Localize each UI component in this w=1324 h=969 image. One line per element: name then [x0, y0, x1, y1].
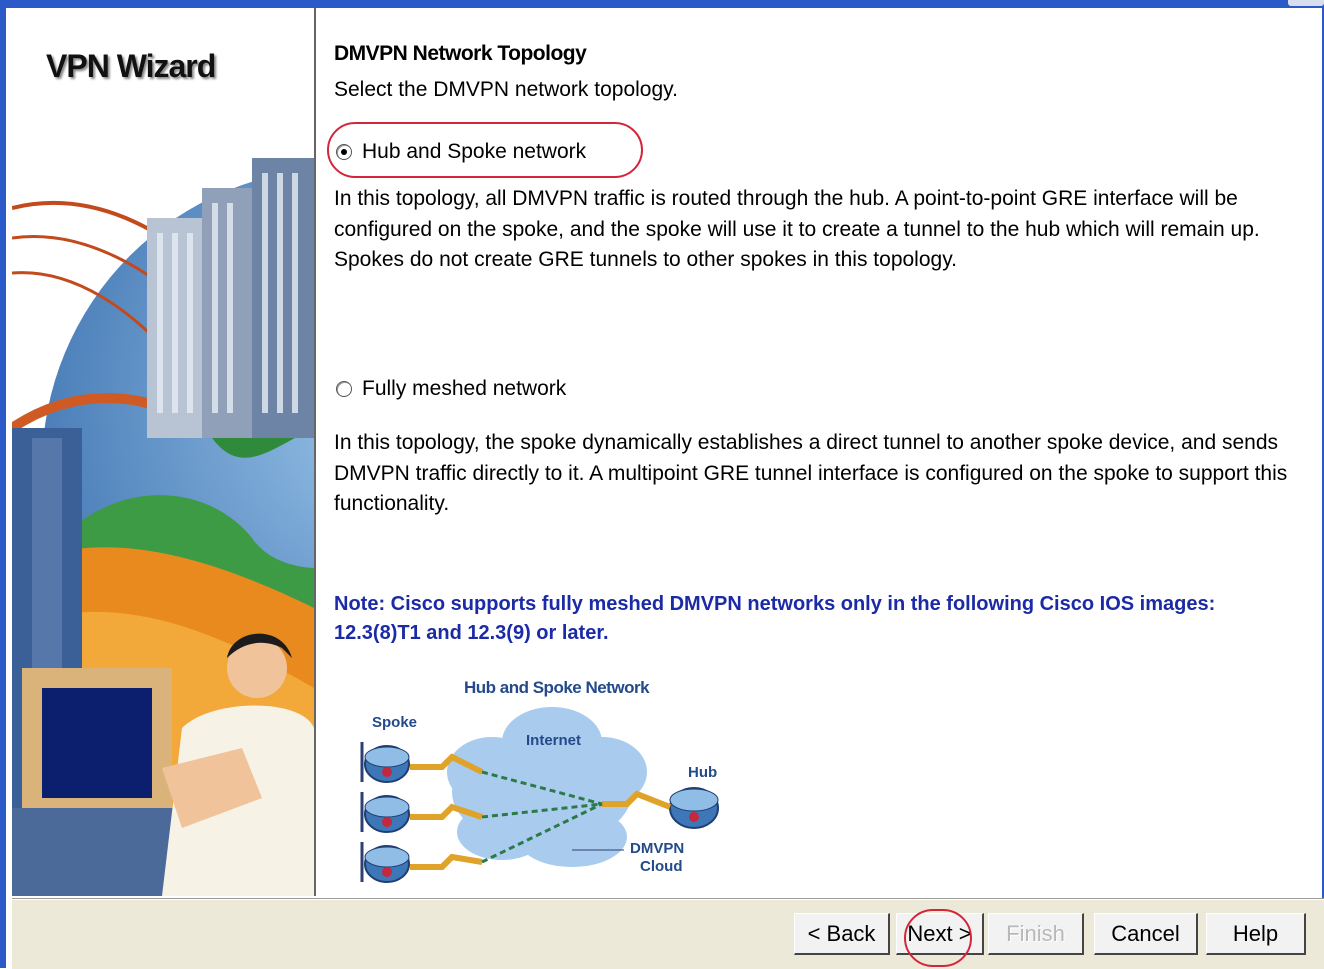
spoke-label: Spoke — [372, 714, 418, 731]
wizard-side-banner: VPN Wizard — [12, 8, 316, 896]
help-button[interactable]: Help — [1206, 913, 1306, 955]
wizard-title: VPN Wizard — [46, 48, 216, 84]
hub-label: Hub — [688, 764, 718, 781]
page-title: DMVPN Network Topology — [334, 42, 587, 65]
divider — [12, 899, 1324, 900]
hub-and-spoke-description: In this topology, all DMVPN traffic is r… — [334, 187, 1260, 271]
next-button[interactable]: Next > — [896, 913, 984, 955]
fully-meshed-radio[interactable] — [336, 381, 352, 397]
topology-diagram: Hub and Spoke Network Spoke Internet Hub… — [342, 672, 742, 892]
button-bar: < Back Next > Finish Cancel Help — [12, 898, 1324, 969]
wizard-window: VPN Wizard DMVPN Network Topology Select… — [0, 0, 1324, 969]
content-panel: DMVPN Network Topology Select the DMVPN … — [316, 8, 1322, 898]
back-button[interactable]: < Back — [794, 913, 890, 955]
page-subtitle: Select the DMVPN network topology. — [334, 78, 678, 101]
hub-and-spoke-option[interactable]: Hub and Spoke network — [336, 140, 586, 164]
title-bar — [6, 0, 1324, 8]
cancel-button[interactable]: Cancel — [1094, 913, 1198, 955]
finish-button[interactable]: Finish — [988, 913, 1084, 955]
cloud-label: Cloud — [640, 858, 683, 875]
banner-illustration — [12, 8, 314, 896]
fully-meshed-option[interactable]: Fully meshed network — [336, 377, 566, 401]
hub-and-spoke-radio[interactable] — [336, 144, 352, 160]
internet-cloud-icon — [447, 707, 647, 867]
hub-and-spoke-label: Hub and Spoke network — [362, 140, 587, 163]
close-icon[interactable] — [1288, 0, 1324, 6]
dmvpn-label: DMVPN — [630, 840, 685, 857]
note-text: Note: Cisco supports fully meshed DMVPN … — [334, 593, 1216, 644]
internet-label: Internet — [526, 732, 582, 749]
fully-meshed-description: In this topology, the spoke dynamically … — [334, 431, 1288, 515]
fully-meshed-label: Fully meshed network — [362, 377, 567, 400]
